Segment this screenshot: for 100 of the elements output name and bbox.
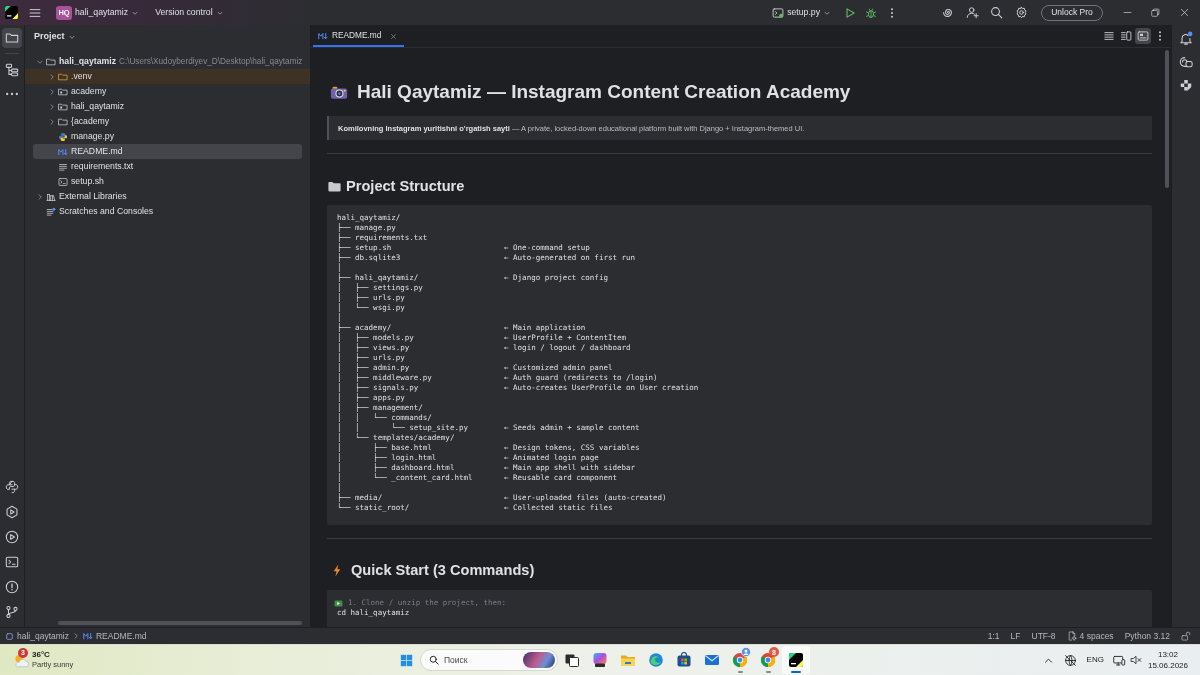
folder-icon bbox=[46, 56, 56, 67]
chevron-down-icon[interactable] bbox=[36, 57, 44, 66]
markdown-icon bbox=[318, 32, 328, 40]
camera-icon bbox=[330, 84, 348, 100]
structure-icon bbox=[5, 63, 19, 77]
problems-icon bbox=[5, 580, 19, 594]
clock-date: 15.06.2026 bbox=[1147, 660, 1188, 671]
chat-icon bbox=[1179, 55, 1193, 69]
vertical-scrollbar[interactable] bbox=[1165, 50, 1169, 188]
restore-icon bbox=[1149, 7, 1161, 18]
chevron-right-icon[interactable] bbox=[48, 72, 56, 81]
section-heading: Quick Start (3 Commands) bbox=[351, 561, 535, 579]
temperature-text: 36°C bbox=[32, 650, 51, 660]
version-control-menu[interactable]: Version control bbox=[151, 2, 228, 23]
tree-item[interactable]: .venv bbox=[25, 69, 310, 84]
horizontal-scrollbar[interactable] bbox=[58, 621, 302, 625]
tree-item[interactable]: External Libraries bbox=[33, 189, 302, 204]
close-icon bbox=[1179, 7, 1190, 18]
read-only-toggle[interactable] bbox=[1181, 631, 1191, 641]
cursor-position[interactable]: 1:1 bbox=[987, 630, 1000, 642]
folder-icon bbox=[58, 116, 68, 127]
task-view-icon bbox=[564, 652, 580, 668]
chevron-right-icon[interactable] bbox=[36, 192, 44, 201]
package-folder-icon bbox=[58, 86, 68, 97]
folder-icon bbox=[58, 71, 68, 82]
python-file-icon bbox=[58, 131, 68, 142]
tree-item[interactable]: academy bbox=[33, 84, 302, 99]
add-person-icon bbox=[965, 6, 979, 19]
interpreter-selector[interactable]: Python 3.12 bbox=[1124, 630, 1170, 642]
spiral-icon bbox=[940, 6, 954, 19]
lightning-icon bbox=[333, 563, 341, 577]
run-configuration-icon bbox=[772, 6, 785, 19]
app-logo-icon bbox=[5, 6, 18, 19]
search-input[interactable]: Поиск bbox=[439, 654, 509, 666]
document-settings-icon bbox=[1066, 631, 1077, 641]
speaker-muted-icon bbox=[1129, 654, 1142, 666]
tool-window-button[interactable] bbox=[2, 28, 22, 48]
tree-item[interactable]: {academy bbox=[33, 114, 302, 129]
app-icon bbox=[592, 652, 608, 668]
text-file-icon bbox=[58, 161, 68, 172]
tree-item[interactable]: README.md bbox=[33, 144, 302, 159]
mail-icon bbox=[704, 652, 720, 668]
folder-icon bbox=[5, 31, 19, 45]
search-icon bbox=[429, 655, 439, 665]
libraries-icon bbox=[46, 191, 56, 202]
tree-item[interactable]: requirements.txt bbox=[33, 159, 302, 174]
scratches-icon bbox=[46, 206, 56, 217]
menu-icon bbox=[29, 6, 41, 19]
chevron-right-icon[interactable] bbox=[48, 87, 56, 96]
taskbar-button[interactable] bbox=[782, 646, 810, 674]
markdown-icon bbox=[83, 632, 93, 640]
tree-item[interactable]: Scratches and Consoles bbox=[33, 204, 302, 219]
tree-item[interactable]: hali_qaytamiz bbox=[33, 99, 302, 114]
terminal-file-icon bbox=[58, 176, 68, 187]
package-folder-icon bbox=[58, 101, 68, 112]
browser-icon bbox=[760, 652, 776, 668]
chevron-right-icon[interactable] bbox=[48, 102, 56, 111]
split-view-icon bbox=[1120, 30, 1132, 42]
search-icon bbox=[989, 6, 1003, 19]
python-console-icon bbox=[5, 480, 19, 494]
split-mode-button[interactable] bbox=[1118, 28, 1134, 44]
display-button[interactable] bbox=[1111, 653, 1126, 667]
search-highlight-image bbox=[523, 652, 555, 668]
indent-selector[interactable]: 4 spaces bbox=[1066, 630, 1114, 642]
services-icon bbox=[5, 505, 19, 519]
run-configuration-menu[interactable]: setup.py bbox=[768, 2, 835, 23]
browser-icon bbox=[648, 652, 664, 668]
preview-mode-button[interactable] bbox=[1135, 28, 1151, 44]
chevron-right-icon[interactable] bbox=[48, 117, 56, 126]
clock-time: 13:02 bbox=[1157, 649, 1178, 660]
preview-icon bbox=[1137, 30, 1149, 42]
settings-icon bbox=[1014, 6, 1028, 19]
tree-item[interactable]: setup.sh bbox=[33, 174, 302, 189]
git-branch-icon bbox=[5, 605, 19, 619]
breadcrumb[interactable]: README.md bbox=[83, 630, 147, 642]
section-heading: Project Structure bbox=[346, 177, 465, 195]
chevron-right-icon bbox=[72, 632, 80, 640]
bell-icon bbox=[1179, 31, 1193, 45]
store-bag-icon bbox=[676, 652, 692, 668]
language-indicator[interactable]: ENG bbox=[1086, 655, 1104, 665]
network-button[interactable] bbox=[1063, 653, 1077, 667]
weather-icon[interactable] bbox=[12, 652, 30, 668]
windows-icon bbox=[399, 653, 413, 667]
line-separator-selector[interactable]: LF bbox=[1010, 630, 1021, 642]
play-icon bbox=[844, 6, 856, 19]
editor-tab[interactable]: README.md bbox=[313, 25, 405, 47]
network-off-icon bbox=[1063, 653, 1077, 667]
project-path: C:\Users\Xudoyberdiyev_D\Desktop\hali_qaytamiz bbox=[119, 56, 303, 67]
close-icon[interactable] bbox=[389, 31, 399, 41]
terminal-icon bbox=[5, 555, 19, 569]
squares-icon bbox=[1179, 79, 1193, 93]
open-padlock-icon bbox=[1181, 631, 1191, 641]
project-view-selector[interactable]: Project bbox=[32, 26, 78, 47]
breadcrumb[interactable]: hali_qaytamiz bbox=[5, 630, 69, 642]
volume-button[interactable] bbox=[1129, 654, 1142, 666]
tree-item[interactable]: manage.py bbox=[33, 129, 302, 144]
encoding-selector[interactable]: UTF-8 bbox=[1031, 630, 1056, 642]
tree-item[interactable]: hali_qaytamiz C:\Users\Xudoyberdiyev_D\Desktop\hali_qaytamiz bbox=[33, 54, 302, 69]
folder-icon bbox=[328, 180, 341, 192]
markdown-icon bbox=[58, 147, 68, 156]
